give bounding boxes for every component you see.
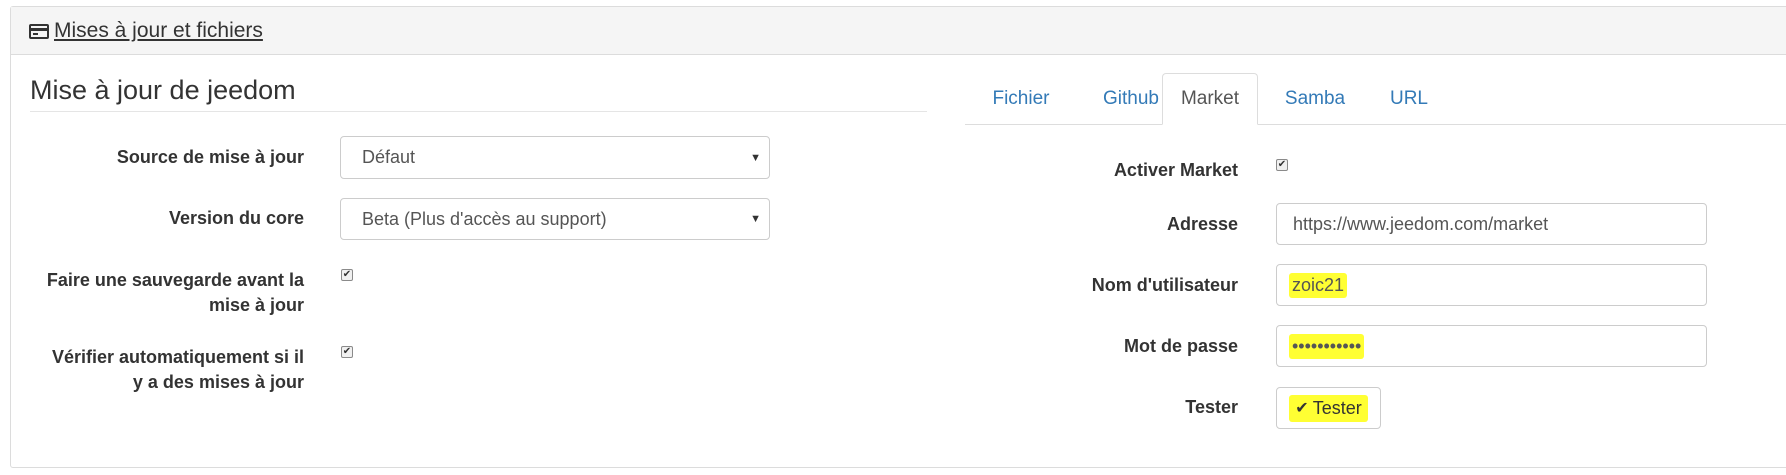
address-value: https://www.jeedom.com/market xyxy=(1293,213,1549,234)
enable-market-checkbox[interactable]: ✔ xyxy=(1276,159,1288,171)
autocheck-label: Vérifier automatiquement si il y a des m… xyxy=(10,345,304,395)
backup-label: Faire une sauvegarde avant la mise à jou… xyxy=(10,268,304,318)
update-section-title: Mise à jour de jeedom xyxy=(30,75,296,105)
username-label: Nom d'utilisateur xyxy=(1091,275,1238,295)
username-value: zoic21 xyxy=(1289,272,1348,298)
address-input[interactable]: https://www.jeedom.com/market xyxy=(1276,203,1707,245)
version-label: Version du core xyxy=(168,208,304,228)
test-button-label: Tester xyxy=(1312,397,1362,418)
source-select[interactable]: Défaut ▼ xyxy=(340,136,770,179)
chevron-down-icon: ▼ xyxy=(750,151,761,164)
backup-checkbox[interactable]: ✔ xyxy=(341,269,353,281)
test-button[interactable]: ✔ Tester xyxy=(1276,387,1381,429)
panel-heading: Mises à jour et fichiers xyxy=(11,7,1786,55)
test-label: Tester xyxy=(1185,397,1238,417)
autocheck-checkbox[interactable]: ✔ xyxy=(341,346,353,358)
password-label: Mot de passe xyxy=(1123,336,1238,356)
chevron-down-icon: ▼ xyxy=(750,213,761,225)
address-label: Adresse xyxy=(1166,214,1238,234)
autocheck-label-line1: Vérifier automatiquement si il xyxy=(51,347,304,367)
panel-title-link[interactable]: Mises à jour et fichiers xyxy=(29,19,263,43)
backup-label-line2: mise à jour xyxy=(208,295,304,315)
backup-label-line1: Faire une sauvegarde avant la xyxy=(46,270,304,290)
username-input[interactable]: zoic21 xyxy=(1276,264,1707,306)
source-label: Source de mise à jour xyxy=(116,147,304,167)
panel-title-text: Mises à jour et fichiers xyxy=(54,19,263,42)
credit-card-icon xyxy=(29,23,49,39)
repo-tabs: Fichier Github Market Samba URL xyxy=(965,73,1786,125)
version-select[interactable]: Beta (Plus d'accès au support) ▼ xyxy=(340,198,770,240)
check-icon: ✔ xyxy=(1295,400,1309,417)
password-value: ••••••••••• xyxy=(1289,333,1365,359)
version-select-value: Beta (Plus d'accès au support) xyxy=(362,208,607,229)
section-divider xyxy=(30,111,927,112)
enable-market-label: Activer Market xyxy=(1113,160,1238,180)
tab-samba[interactable]: Samba xyxy=(1265,73,1365,124)
tab-market[interactable]: Market xyxy=(1162,73,1258,125)
tab-url[interactable]: URL xyxy=(1367,73,1451,124)
tab-fichier[interactable]: Fichier xyxy=(967,73,1075,124)
source-select-value: Défaut xyxy=(362,147,416,167)
password-input[interactable]: ••••••••••• xyxy=(1276,325,1707,367)
autocheck-label-line2: y a des mises à jour xyxy=(132,372,304,392)
test-button-content: ✔ Tester xyxy=(1289,394,1368,422)
